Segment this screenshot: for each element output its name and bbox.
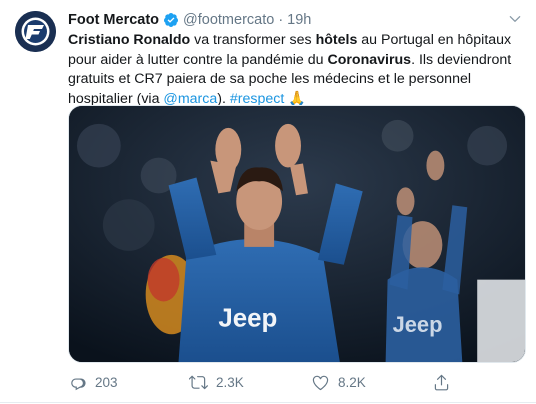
divider xyxy=(0,402,536,403)
foot-mercato-logo xyxy=(15,11,56,52)
author-name[interactable]: Foot Mercato xyxy=(68,12,159,28)
retweet-count: 2.3K xyxy=(216,374,244,390)
text-bold: Coronavirus xyxy=(327,51,412,68)
tweet-text: Cristiano Ronaldo va transformer ses hôt… xyxy=(68,31,530,109)
mention-name: Cristiano Ronaldo xyxy=(68,32,191,48)
like-button[interactable]: 8.2K xyxy=(311,373,366,392)
heart-icon xyxy=(312,375,329,390)
photo-illustration: Jeep Jeep xyxy=(69,106,525,362)
verified-badge-icon xyxy=(164,13,179,27)
author-handle[interactable]: @footmercato xyxy=(183,12,274,28)
timestamp[interactable]: 19h xyxy=(287,12,311,28)
text-bold: hôtels xyxy=(315,32,358,48)
tweet-actions: 203 2.3K 8.2K xyxy=(68,371,508,393)
tweet[interactable]: Foot Mercato @footmercato · 19h Cristian… xyxy=(0,0,536,404)
chevron-down-icon[interactable] xyxy=(508,12,522,26)
tweet-header: Foot Mercato @footmercato · 19h xyxy=(68,10,311,30)
share-button[interactable] xyxy=(432,373,459,392)
text-segment: va transformer ses xyxy=(190,32,316,48)
jersey-logo-1: Jeep xyxy=(218,304,277,332)
reply-button[interactable]: 203 xyxy=(68,373,118,392)
jersey-logo-2: Jeep xyxy=(393,312,443,337)
reply-icon xyxy=(71,377,86,390)
retweet-icon xyxy=(189,375,208,389)
share-icon xyxy=(434,374,449,390)
like-count: 8.2K xyxy=(338,374,366,390)
profile-avatar[interactable] xyxy=(15,11,56,52)
retweet-button[interactable]: 2.3K xyxy=(189,373,244,392)
reply-count: 203 xyxy=(95,374,118,390)
separator-dot: · xyxy=(278,12,284,28)
tweet-photo[interactable]: Jeep Jeep xyxy=(68,105,526,363)
